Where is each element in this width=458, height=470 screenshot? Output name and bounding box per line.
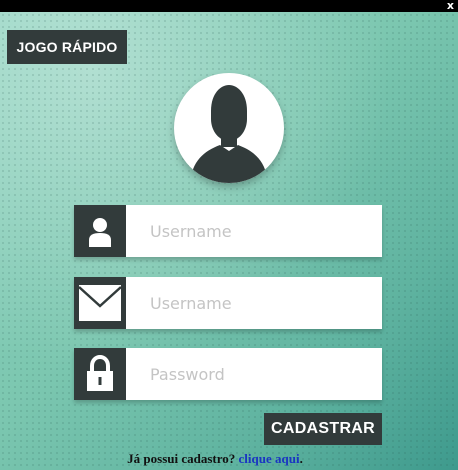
username-input[interactable]: [126, 205, 382, 257]
email-icon-box: [74, 277, 126, 329]
email-input[interactable]: [126, 277, 382, 329]
password-input[interactable]: [126, 348, 382, 400]
close-button[interactable]: x: [447, 0, 454, 13]
login-prompt: Já possui cadastro? clique aqui.: [0, 451, 430, 467]
avatar: [174, 73, 284, 183]
user-silhouette-icon: [190, 85, 268, 183]
login-link[interactable]: clique aqui: [239, 451, 300, 466]
register-button[interactable]: CADASTRAR: [264, 413, 382, 445]
title-bar: x: [0, 0, 458, 12]
login-prompt-text: Já possui cadastro?: [127, 451, 239, 466]
username-field: [74, 205, 382, 257]
password-field: [74, 348, 382, 400]
envelope-icon: [78, 285, 122, 321]
lock-icon: [87, 354, 113, 391]
quick-play-button[interactable]: JOGO RÁPIDO: [7, 30, 127, 64]
email-field: [74, 277, 382, 329]
username-icon-box: [74, 205, 126, 257]
user-icon: [89, 218, 111, 247]
password-icon-box: [74, 348, 126, 400]
login-prompt-suffix: .: [299, 451, 303, 466]
